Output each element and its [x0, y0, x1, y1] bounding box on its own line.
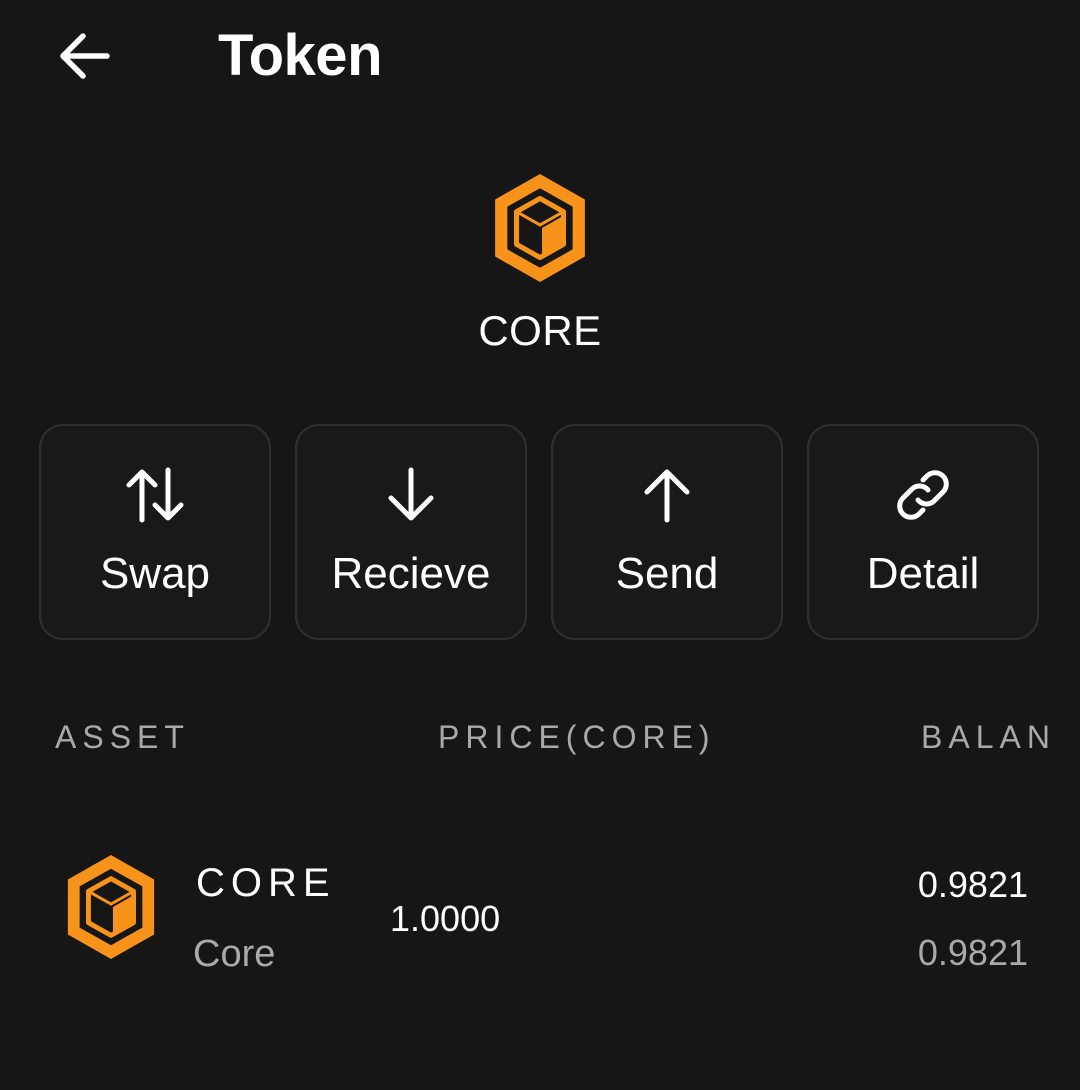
back-button[interactable] — [52, 26, 116, 86]
asset-balance: 0.9821 — [917, 864, 1028, 905]
detail-button[interactable]: Detail — [807, 424, 1039, 640]
column-header-balance: BALAN — [921, 719, 1056, 755]
receive-button[interactable]: Recieve — [295, 424, 527, 640]
arrow-down-icon — [378, 462, 444, 528]
page-title: Token — [218, 23, 383, 88]
arrow-up-icon — [634, 462, 700, 528]
token-hero: CORE — [0, 170, 1080, 356]
send-label: Send — [615, 549, 719, 598]
table-row[interactable]: CORE Core 1.0000 0.9821 0.9821 — [0, 840, 1080, 990]
arrow-left-icon — [60, 33, 110, 79]
asset-name: Core — [193, 933, 276, 975]
token-symbol: CORE — [478, 307, 602, 354]
link-icon — [890, 462, 956, 528]
core-logo-icon — [495, 173, 585, 283]
asset-symbol: CORE — [196, 861, 336, 905]
send-button[interactable]: Send — [551, 424, 783, 640]
column-header-asset: ASSET — [55, 719, 190, 755]
core-logo-icon — [67, 855, 155, 959]
column-header-price: PRICE(CORE) — [438, 719, 716, 755]
swap-label: Swap — [99, 549, 211, 598]
asset-balance-secondary: 0.9821 — [917, 932, 1028, 973]
receive-label: Recieve — [331, 549, 491, 598]
asset-table-header: ASSET PRICE(CORE) BALAN — [0, 714, 1080, 764]
app-header: Token — [0, 0, 1080, 118]
action-bar: Swap Recieve Send Detail — [39, 424, 1041, 642]
detail-label: Detail — [866, 549, 980, 598]
swap-arrows-icon — [122, 462, 188, 528]
swap-button[interactable]: Swap — [39, 424, 271, 640]
asset-price: 1.0000 — [390, 898, 501, 939]
